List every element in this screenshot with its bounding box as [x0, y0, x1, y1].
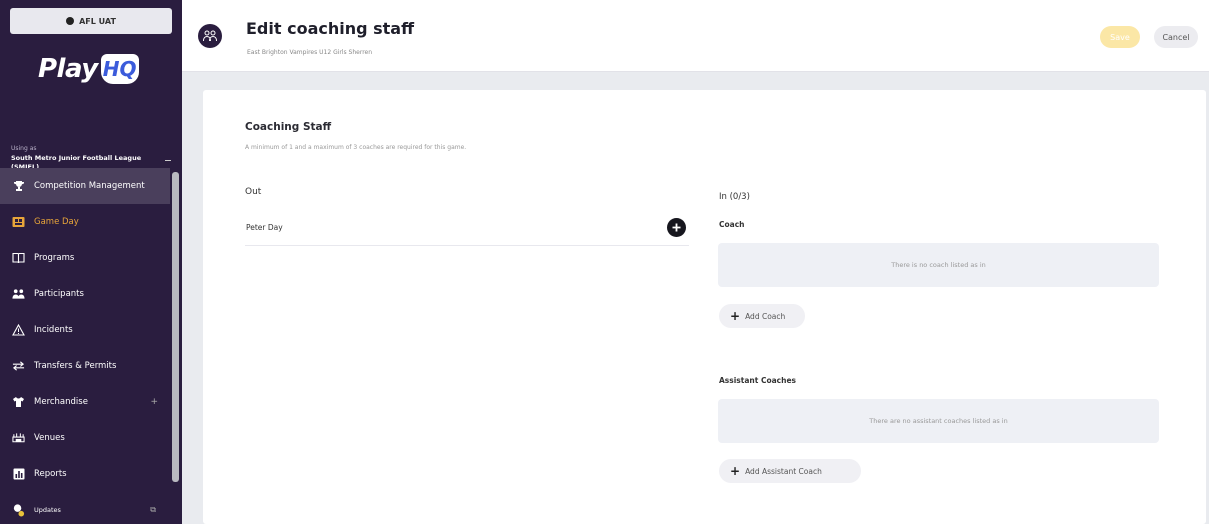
save-button[interactable]: Save [1100, 26, 1140, 48]
environment-dot-icon [66, 17, 75, 25]
add-assistant-coach-label: Add Assistant Coach [745, 466, 822, 476]
stadium-icon [12, 432, 25, 445]
sidebar-item-label: Competition Management [34, 181, 145, 191]
sidebar-item-merchandise[interactable]: Merchandise + [0, 384, 170, 420]
sidebar-item-programs[interactable]: Programs [0, 240, 170, 276]
sidebar-item-label: Merchandise [34, 397, 88, 407]
person-name: Peter Day [246, 223, 283, 232]
sidebar-item-venues[interactable]: Venues [0, 420, 170, 456]
assistant-empty-state: There are no assistant coaches listed as… [718, 399, 1159, 443]
sidebar-item-game-day[interactable]: Game Day [0, 204, 170, 240]
plus-icon: + [730, 464, 741, 478]
section-title: Coaching Staff [245, 121, 332, 133]
cancel-button[interactable]: Cancel [1154, 26, 1198, 48]
add-assistant-coach-button[interactable]: + Add Assistant Coach [719, 459, 861, 483]
assistant-coaches-label: Assistant Coaches [719, 376, 797, 385]
warning-icon [12, 324, 25, 337]
section-description: A minimum of 1 and a maximum of 3 coache… [245, 144, 467, 151]
sidebar-item-label: Venues [34, 433, 65, 443]
sidebar-item-label: Incidents [34, 325, 73, 335]
plus-icon [672, 223, 681, 232]
logo-play-text: Play [38, 54, 98, 84]
transfer-icon [12, 360, 25, 373]
book-icon [12, 252, 25, 265]
add-coach-label: Add Coach [745, 311, 786, 321]
page-header: Edit coaching staff East Brighton Vampir… [182, 0, 1209, 72]
sidebar-item-label: Game Day [34, 217, 79, 227]
page-subtitle: East Brighton Vampires U12 Girls Sherren [247, 49, 373, 56]
sidebar-item-label: Participants [34, 289, 84, 299]
external-link-icon[interactable]: ⧉ [150, 505, 156, 515]
sidebar: AFL UAT Play HQ Using as South Metro Jun… [0, 0, 182, 524]
team-avatar-icon [198, 24, 222, 48]
coach-empty-state: There is no coach listed as in [718, 243, 1159, 287]
plus-icon: + [730, 309, 741, 323]
playhq-logo[interactable]: Play HQ [38, 54, 139, 84]
environment-badge: AFL UAT [10, 8, 172, 34]
sidebar-scrollbar[interactable] [172, 172, 179, 482]
coaching-staff-card: Coaching Staff A minimum of 1 and a maxi… [203, 90, 1206, 524]
sidebar-nav: Competition Management Game Day Programs… [0, 168, 170, 524]
org-switcher-dash-icon[interactable] [165, 160, 171, 161]
game-day-icon [12, 216, 25, 229]
add-person-button[interactable] [667, 218, 686, 237]
in-column-title: In (0/3) [719, 192, 750, 202]
list-item: Peter Day [245, 214, 689, 246]
out-column-title: Out [245, 187, 262, 197]
sidebar-item-updates[interactable]: Updates ⧉ [0, 492, 170, 524]
bell-icon [12, 504, 25, 517]
sidebar-item-participants[interactable]: Participants [0, 276, 170, 312]
logo-hq-shield: HQ [100, 54, 139, 84]
sidebar-item-label: Transfers & Permits [34, 361, 117, 371]
people-icon [12, 288, 25, 301]
add-coach-button[interactable]: + Add Coach [719, 304, 805, 328]
sidebar-item-label: Updates [34, 506, 61, 514]
trophy-icon [12, 180, 25, 193]
page-title: Edit coaching staff [246, 19, 415, 38]
sidebar-item-incidents[interactable]: Incidents [0, 312, 170, 348]
sidebar-item-label: Programs [34, 253, 75, 263]
environment-label: AFL UAT [79, 16, 116, 26]
org-label: Using as [11, 145, 37, 152]
expand-plus-icon[interactable]: + [150, 397, 158, 407]
chart-icon [12, 468, 25, 481]
logo-hq-text: HQ [102, 57, 137, 81]
sidebar-item-label: Reports [34, 469, 67, 479]
coach-label: Coach [719, 220, 745, 229]
sidebar-item-transfers-permits[interactable]: Transfers & Permits [0, 348, 170, 384]
shirt-icon [12, 396, 25, 409]
sidebar-item-reports[interactable]: Reports [0, 456, 170, 492]
sidebar-item-competition-management[interactable]: Competition Management [0, 168, 170, 204]
